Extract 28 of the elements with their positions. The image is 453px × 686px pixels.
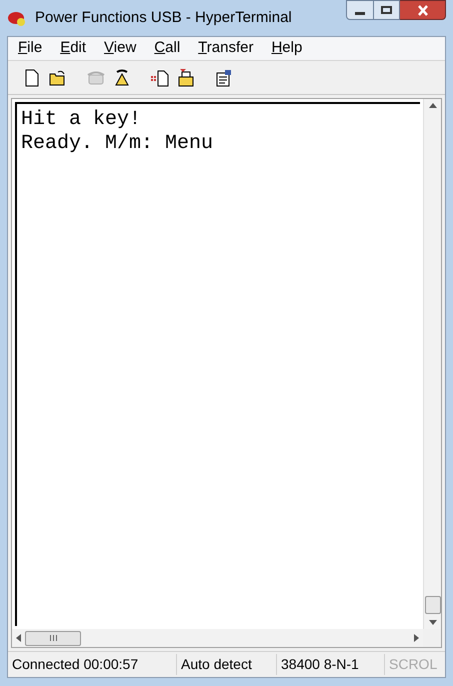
left-arrow-icon[interactable]: [16, 634, 21, 642]
menu-item[interactable]: File: [18, 37, 42, 60]
terminal-line: Ready. M/m: Menu: [21, 132, 214, 156]
status-field: SCROL: [384, 654, 445, 675]
status-field: Connected 00:00:57: [8, 654, 176, 675]
horizontal-scrollbar[interactable]: [12, 629, 423, 647]
menu-item[interactable]: Call: [154, 37, 180, 60]
menu-item[interactable]: View: [104, 37, 136, 60]
minimize-button[interactable]: [346, 0, 374, 20]
close-button[interactable]: [400, 0, 446, 20]
receive-folder-icon[interactable]: [176, 68, 196, 88]
menu-item[interactable]: Help: [271, 37, 302, 60]
vertical-scrollbar[interactable]: [423, 99, 441, 629]
properties-icon[interactable]: [214, 68, 234, 88]
terminal-line: Hit a key!: [21, 108, 142, 132]
send-document-icon[interactable]: [150, 68, 170, 88]
menu-item[interactable]: Edit: [60, 37, 86, 60]
close-icon: [416, 4, 428, 16]
maximize-button[interactable]: [374, 0, 400, 20]
scrollbar-thumb[interactable]: [25, 630, 81, 646]
status-field: Auto detect: [176, 654, 276, 675]
right-arrow-icon[interactable]: [414, 634, 419, 642]
window-title: Power Functions USB - HyperTerminal: [35, 8, 293, 28]
down-arrow-icon[interactable]: [428, 620, 436, 625]
status-field: 38400 8-N-1: [276, 654, 384, 675]
up-arrow-icon[interactable]: [428, 103, 436, 108]
scrollbar-thumb[interactable]: [424, 596, 440, 614]
menu-item[interactable]: Transfer: [198, 37, 254, 60]
